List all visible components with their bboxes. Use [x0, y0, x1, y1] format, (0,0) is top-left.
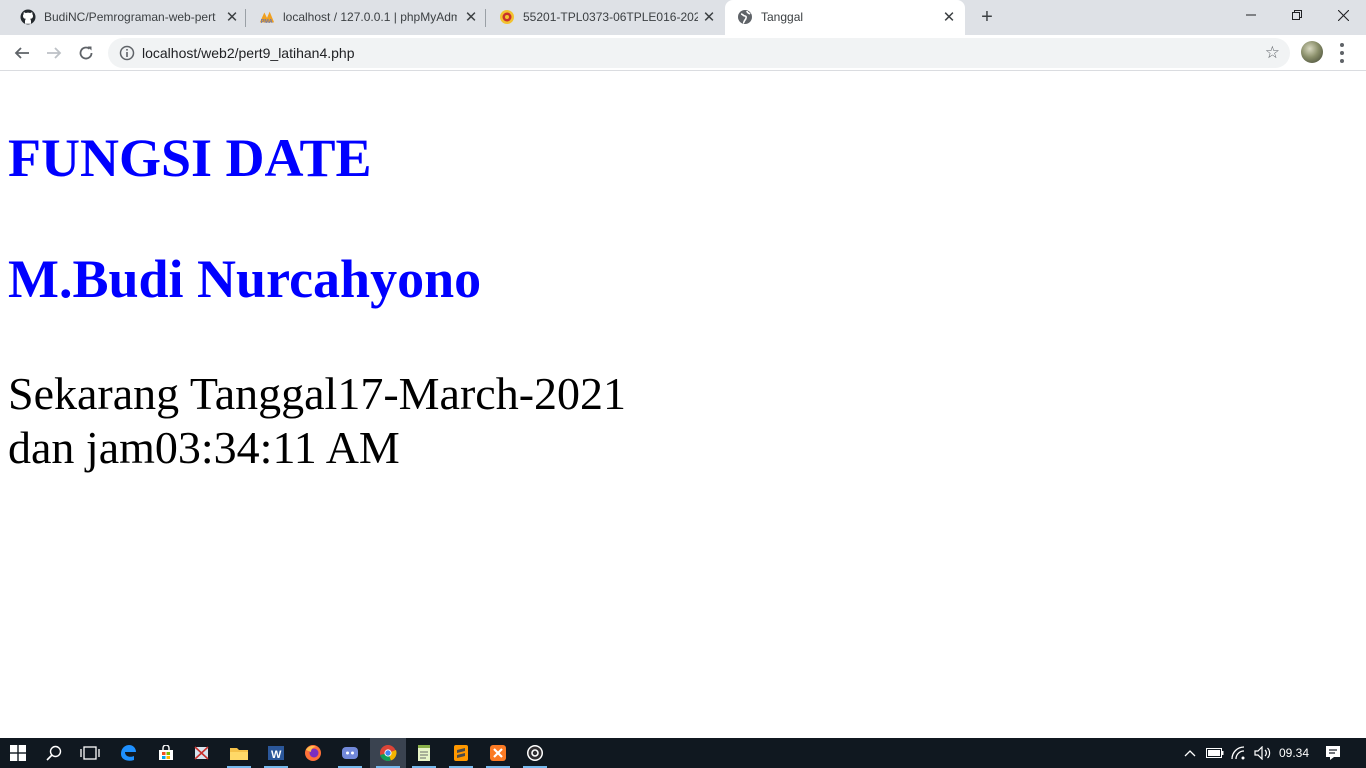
- svg-text:PMA: PMA: [261, 19, 273, 25]
- university-icon: [499, 9, 515, 25]
- arrow-left-icon: [14, 47, 29, 59]
- snipping-tool-app[interactable]: [184, 738, 220, 768]
- tab-separator: [485, 9, 486, 27]
- close-window-button[interactable]: [1320, 0, 1366, 30]
- tab-title: Tanggal: [761, 10, 804, 24]
- chrome-app[interactable]: [370, 738, 406, 768]
- date-text: Sekarang Tanggal17-March-2021: [8, 368, 627, 419]
- wifi-icon[interactable]: [1228, 738, 1250, 768]
- task-view-button[interactable]: [72, 738, 108, 768]
- tab-course[interactable]: 55201-TPL0373-06TPLE016-2020 ✕: [487, 0, 724, 35]
- close-tab-icon[interactable]: ✕: [940, 8, 958, 26]
- browser-window: BudiNC/Pemrograman-web-pert ✕ PMA localh…: [0, 0, 1366, 738]
- close-tab-icon[interactable]: ✕: [462, 8, 480, 26]
- page-heading-title: FUNGSI DATE: [8, 128, 372, 188]
- task-view-icon: [80, 746, 100, 760]
- obs-app[interactable]: [517, 738, 553, 768]
- sublime-text-icon: [454, 745, 468, 761]
- notepad-icon: [418, 745, 430, 761]
- page-heading-author: M.Budi Nurcahyono: [8, 249, 482, 309]
- tab-title: localhost / 127.0.0.1 | phpMyAdm: [283, 10, 457, 24]
- globe-icon: [737, 9, 753, 25]
- profile-avatar[interactable]: [1301, 41, 1323, 63]
- tab-title: 55201-TPL0373-06TPLE016-2020: [523, 10, 698, 24]
- minimize-button[interactable]: [1228, 0, 1274, 30]
- reload-button[interactable]: [72, 39, 100, 67]
- chevron-up-icon: [1184, 750, 1196, 757]
- url-text[interactable]: localhost/web2/pert9_latihan4.php: [142, 45, 355, 61]
- svg-text:W: W: [271, 749, 282, 761]
- discord-app[interactable]: [332, 738, 368, 768]
- reload-icon: [79, 46, 93, 60]
- tab-tanggal[interactable]: Tanggal ✕: [725, 0, 965, 35]
- tab-title: BudiNC/Pemrograman-web-pert: [44, 10, 216, 24]
- address-bar[interactable]: localhost/web2/pert9_latihan4.php ☆: [108, 38, 1290, 68]
- snipping-tool-icon: [194, 746, 209, 760]
- github-icon: [20, 9, 36, 25]
- word-icon: W: [268, 746, 284, 761]
- taskbar-clock[interactable]: 09.34: [1276, 738, 1312, 768]
- browser-toolbar: localhost/web2/pert9_latihan4.php ☆: [0, 35, 1366, 71]
- file-explorer-app[interactable]: [221, 738, 257, 768]
- search-icon: [46, 745, 62, 761]
- phpmyadmin-icon: PMA: [259, 9, 275, 25]
- store-icon: [159, 745, 173, 760]
- info-icon[interactable]: [119, 45, 135, 61]
- tab-phpmyadmin[interactable]: PMA localhost / 127.0.0.1 | phpMyAdm ✕: [247, 0, 486, 35]
- browser-menu-icon[interactable]: [1336, 43, 1348, 63]
- restore-button[interactable]: [1274, 0, 1320, 30]
- firefox-icon: [305, 745, 321, 761]
- arrow-right-icon: [47, 47, 62, 59]
- close-tab-icon[interactable]: ✕: [700, 8, 718, 26]
- chrome-icon: [380, 745, 397, 762]
- back-button[interactable]: [8, 39, 36, 67]
- firefox-app[interactable]: [295, 738, 331, 768]
- action-center-icon[interactable]: [1318, 738, 1348, 768]
- edge-icon: [121, 745, 136, 761]
- edge-app[interactable]: [110, 738, 146, 768]
- windows-taskbar: W 09.34: [0, 738, 1366, 768]
- close-tab-icon[interactable]: ✕: [223, 8, 241, 26]
- start-button[interactable]: [0, 738, 36, 768]
- battery-icon[interactable]: [1204, 738, 1226, 768]
- tab-strip: BudiNC/Pemrograman-web-pert ✕ PMA localh…: [0, 0, 1366, 35]
- windows-logo-icon: [10, 745, 26, 761]
- sublime-text-app[interactable]: [443, 738, 479, 768]
- bookmark-star-icon[interactable]: ☆: [1265, 43, 1280, 63]
- volume-icon[interactable]: [1252, 738, 1274, 768]
- tab-github[interactable]: BudiNC/Pemrograman-web-pert ✕: [8, 0, 246, 35]
- xampp-app[interactable]: [480, 738, 516, 768]
- notepad-app[interactable]: [406, 738, 442, 768]
- time-text: dan jam03:34:11 AM: [8, 422, 400, 473]
- xampp-icon: [490, 745, 506, 761]
- new-tab-button[interactable]: +: [976, 6, 998, 28]
- search-button[interactable]: [36, 738, 72, 768]
- discord-icon: [342, 747, 358, 759]
- obs-icon: [527, 745, 543, 761]
- page-content: FUNGSI DATE M.Budi Nurcahyono Sekarang T…: [0, 71, 1366, 738]
- show-hidden-icons-button[interactable]: [1180, 738, 1200, 768]
- word-app[interactable]: W: [258, 738, 294, 768]
- folder-icon: [230, 748, 248, 760]
- tab-separator: [245, 9, 246, 27]
- store-app[interactable]: [148, 738, 184, 768]
- forward-button[interactable]: [40, 39, 68, 67]
